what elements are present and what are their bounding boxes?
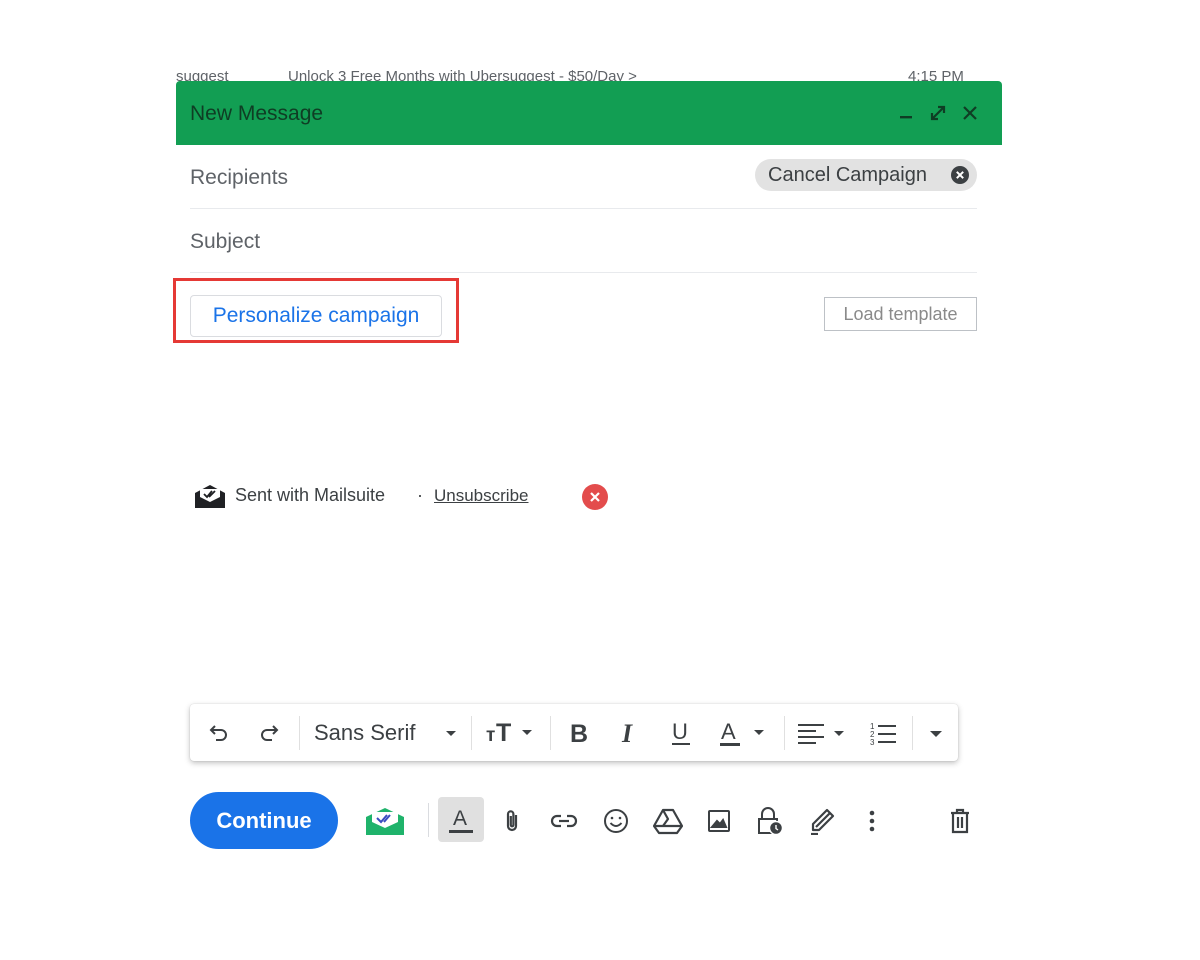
continue-button[interactable]: Continue — [190, 792, 338, 849]
bottom-toolbar-divider — [428, 803, 429, 837]
recipients-divider — [190, 208, 977, 209]
drive-icon[interactable] — [650, 803, 686, 839]
unsubscribe-link[interactable]: Unsubscribe — [434, 486, 529, 506]
minimize-icon[interactable] — [894, 101, 918, 125]
toolbar-divider — [550, 716, 551, 750]
font-dropdown-icon — [446, 731, 456, 736]
svg-text:A: A — [721, 719, 736, 744]
highlight-box — [173, 278, 459, 343]
compose-window: New Message Recipients Cancel Campaign S… — [173, 81, 1002, 881]
toolbar-divider — [784, 716, 785, 750]
svg-text:A: A — [453, 807, 467, 830]
underline-icon[interactable]: U — [666, 718, 696, 748]
svg-text:т: т — [486, 725, 495, 746]
attach-icon[interactable] — [494, 803, 530, 839]
font-selector[interactable]: Sans Serif — [314, 718, 458, 748]
svg-text:I: I — [621, 720, 633, 746]
undo-icon[interactable] — [204, 718, 234, 748]
svg-text:U: U — [672, 719, 688, 744]
mailsuite-logo-icon — [195, 485, 225, 508]
remove-chip-icon[interactable] — [951, 166, 969, 184]
signature-separator: · — [417, 485, 423, 505]
more-formatting-icon[interactable] — [924, 718, 948, 748]
signature-text: Sent with Mailsuite — [235, 485, 386, 505]
toolbar-divider — [912, 716, 913, 750]
emoji-icon[interactable] — [598, 803, 634, 839]
expand-icon[interactable] — [926, 101, 950, 125]
more-options-icon[interactable] — [854, 803, 890, 839]
photo-icon[interactable] — [701, 803, 737, 839]
font-name: Sans Serif — [314, 720, 416, 745]
svg-text:B: B — [570, 720, 588, 746]
subject-field[interactable]: Subject — [190, 230, 260, 254]
formatting-options-icon[interactable]: A — [438, 797, 484, 842]
text-size-icon[interactable]: тT — [484, 718, 538, 748]
toolbar-divider — [471, 716, 472, 750]
italic-icon[interactable]: I — [614, 718, 644, 748]
bold-icon[interactable]: B — [564, 718, 594, 748]
remove-signature-icon[interactable] — [582, 484, 608, 510]
cancel-campaign-chip[interactable]: Cancel Campaign — [755, 159, 977, 191]
load-template-button[interactable]: Load template — [824, 297, 977, 331]
numbered-list-icon[interactable]: 123 — [868, 718, 898, 748]
recipients-field[interactable]: Recipients — [190, 166, 288, 190]
confidential-mode-icon[interactable] — [752, 803, 788, 839]
cancel-campaign-label: Cancel Campaign — [768, 163, 927, 186]
text-color-icon[interactable]: A — [716, 718, 770, 748]
discard-icon[interactable] — [942, 803, 978, 839]
close-icon[interactable] — [958, 101, 982, 125]
signature-icon[interactable] — [804, 803, 840, 839]
compose-title: New Message — [190, 102, 324, 125]
svg-text:3: 3 — [870, 738, 875, 746]
compose-header: New Message — [176, 81, 1002, 145]
link-icon[interactable] — [546, 803, 582, 839]
align-icon[interactable] — [796, 718, 850, 748]
mailsuite-icon[interactable] — [364, 803, 406, 839]
redo-icon[interactable] — [254, 718, 284, 748]
svg-text:T: T — [496, 719, 511, 747]
toolbar-divider — [299, 716, 300, 750]
subject-divider — [190, 272, 977, 273]
formatting-toolbar: Sans Serif тT B I U A 123 — [190, 704, 958, 761]
